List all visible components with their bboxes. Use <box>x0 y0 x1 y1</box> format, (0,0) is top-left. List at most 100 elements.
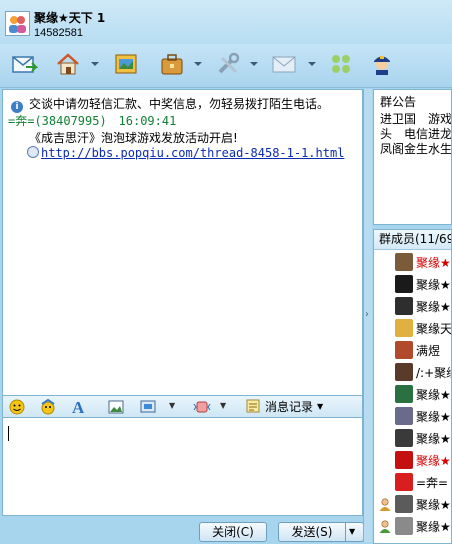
message-text: 《成吉思汗》泡泡球游戏发放活动开启! <box>29 131 238 145</box>
message-link-line: http://bbs.popqiu.com/thread-8458-1-1.ht… <box>27 146 344 160</box>
message-link[interactable]: http://bbs.popqiu.com/thread-8458-1-1.ht… <box>41 146 344 160</box>
member-avatar[interactable] <box>395 363 413 381</box>
member-avatar[interactable] <box>395 319 413 337</box>
member-name: 聚缘★ <box>416 278 451 292</box>
message-input[interactable] <box>2 418 363 516</box>
member-name: 聚缘★ <box>416 498 451 512</box>
send-button-label[interactable]: 发送(S) <box>279 523 345 541</box>
member-item[interactable]: 聚缘★ <box>374 427 451 449</box>
briefcase-dropdown-icon[interactable] <box>193 58 203 70</box>
member-avatar[interactable] <box>395 253 413 271</box>
panel-splitter[interactable]: › <box>363 89 372 542</box>
tools-icon[interactable] <box>214 50 242 78</box>
close-button[interactable]: 关闭(C) <box>199 522 267 542</box>
send-divider <box>345 523 346 541</box>
member-avatar[interactable] <box>395 385 413 403</box>
admin-badge-icon <box>378 497 392 511</box>
history-dropdown-icon[interactable]: ▼ <box>317 402 323 411</box>
announcement-line: 进卫国 游戏 <box>380 112 452 126</box>
member-avatar[interactable] <box>395 495 413 513</box>
group-name: 聚缘★天下 1 <box>34 11 106 25</box>
screenshot-dropdown-icon[interactable]: ▼ <box>169 401 175 410</box>
email-dropdown-icon[interactable] <box>307 58 317 70</box>
member-avatar[interactable] <box>395 473 413 491</box>
input-toolbar: A ▼ ▼ 消息记录 ▼ <box>2 396 363 418</box>
bottom-bar: 关闭(C) 发送(S) ▼ <box>0 516 372 544</box>
message-history-button[interactable]: 消息记录 ▼ <box>245 396 323 416</box>
member-avatar[interactable] <box>395 275 413 293</box>
message-history-label: 消息记录 <box>265 399 314 414</box>
announcement-line: 头 电信进龙 <box>380 127 452 141</box>
system-notice-text: 交谈中请勿轻信汇款、中奖信息，勿轻易拨打陌生电话。 <box>29 97 330 111</box>
member-name: 聚缘★ <box>416 432 451 446</box>
history-icon <box>246 399 260 413</box>
send-button[interactable]: 发送(S) ▼ <box>278 522 364 542</box>
collapse-arrow-icon[interactable]: › <box>365 309 371 321</box>
message-sender[interactable]: =奔=(38407995) <box>8 114 107 128</box>
member-avatar[interactable] <box>395 517 413 535</box>
font-icon[interactable]: A <box>71 398 87 417</box>
group-announcement: 群公告 进卫国 游戏 头 电信进龙 凤阁金生水生 <box>373 89 452 225</box>
screenshot-icon[interactable] <box>140 399 156 415</box>
member-name: /:+聚缘 <box>416 366 451 380</box>
home-icon[interactable] <box>54 50 82 78</box>
text-caret <box>8 426 9 441</box>
link-icon <box>27 146 39 158</box>
tools-dropdown-icon[interactable] <box>249 58 259 70</box>
member-name: 聚缘★ <box>416 388 451 402</box>
shake-dropdown-icon[interactable]: ▼ <box>220 401 226 410</box>
member-name: 聚缘★ <box>416 454 451 468</box>
member-item[interactable]: 聚缘★ <box>374 295 451 317</box>
member-name: 聚缘天 <box>416 322 452 336</box>
member-item[interactable]: 满煜 <box>374 339 451 361</box>
member-item[interactable]: 聚缘★ <box>374 251 451 273</box>
briefcase-icon[interactable] <box>158 50 186 78</box>
message-time: 16:09:41 <box>118 114 177 128</box>
group-avatar[interactable] <box>5 11 30 36</box>
shake-icon[interactable] <box>193 399 211 415</box>
member-item[interactable]: 聚缘★ <box>374 273 451 295</box>
member-avatar[interactable] <box>395 429 413 447</box>
member-item[interactable]: 聚缘★ <box>374 493 451 515</box>
title-bar: 聚缘★天下 1 14582581 <box>0 0 452 44</box>
members-header: 群成员(11/69) <box>374 230 451 250</box>
member-item[interactable]: /:+聚缘 <box>374 361 451 383</box>
email-icon[interactable] <box>270 50 298 78</box>
album-icon[interactable] <box>112 50 140 78</box>
member-name: 聚缘★ <box>416 256 451 270</box>
member-item[interactable]: =奔= <box>374 471 451 493</box>
admin-icon[interactable] <box>368 50 396 78</box>
announcement-title: 群公告 <box>380 95 417 109</box>
message-icon[interactable] <box>10 50 39 78</box>
svg-text:A: A <box>72 399 85 415</box>
member-item[interactable]: 聚缘★ <box>374 449 451 471</box>
magic-emoji-icon[interactable] <box>39 398 55 415</box>
member-name: =奔= <box>416 476 449 490</box>
member-avatar[interactable] <box>395 451 413 469</box>
message-header: =奔=(38407995) 16:09:41 <box>8 112 176 129</box>
member-item[interactable]: 聚缘★ <box>374 383 451 405</box>
emoji-icon[interactable] <box>9 399 25 415</box>
send-options-icon[interactable]: ▼ <box>349 523 355 541</box>
member-avatar[interactable] <box>395 341 413 359</box>
member-item[interactable]: 聚缘★ <box>374 515 451 537</box>
chat-history[interactable]: i 交谈中请勿轻信汇款、中奖信息，勿轻易拨打陌生电话。 =奔=(38407995)… <box>2 89 363 396</box>
home-dropdown-icon[interactable] <box>90 58 100 70</box>
member-avatar[interactable] <box>395 407 413 425</box>
member-badge-icon <box>378 519 392 533</box>
announcement-body: 进卫国 游戏 头 电信进龙 凤阁金生水生 <box>380 112 452 157</box>
member-name: 满煜 <box>416 344 441 358</box>
member-name: 聚缘★ <box>416 520 451 534</box>
member-name: 聚缘★ <box>416 410 451 424</box>
member-item[interactable]: 聚缘天 <box>374 317 451 339</box>
member-item[interactable]: 聚缘★ <box>374 405 451 427</box>
group-id: 14582581 <box>34 27 83 39</box>
image-icon[interactable] <box>108 399 124 415</box>
system-notice: i 交谈中请勿轻信汇款、中奖信息，勿轻易拨打陌生电话。 <box>11 95 329 113</box>
group-members-panel: 群成员(11/69) 聚缘★聚缘★聚缘★聚缘天满煜/:+聚缘聚缘★聚缘★聚缘★聚… <box>373 229 452 544</box>
member-avatar[interactable] <box>395 297 413 315</box>
announcement-line: 凤阁金生水生 <box>380 142 452 156</box>
main-toolbar <box>0 44 452 88</box>
group-apps-icon[interactable] <box>327 50 355 78</box>
member-name: 聚缘★ <box>416 300 451 314</box>
